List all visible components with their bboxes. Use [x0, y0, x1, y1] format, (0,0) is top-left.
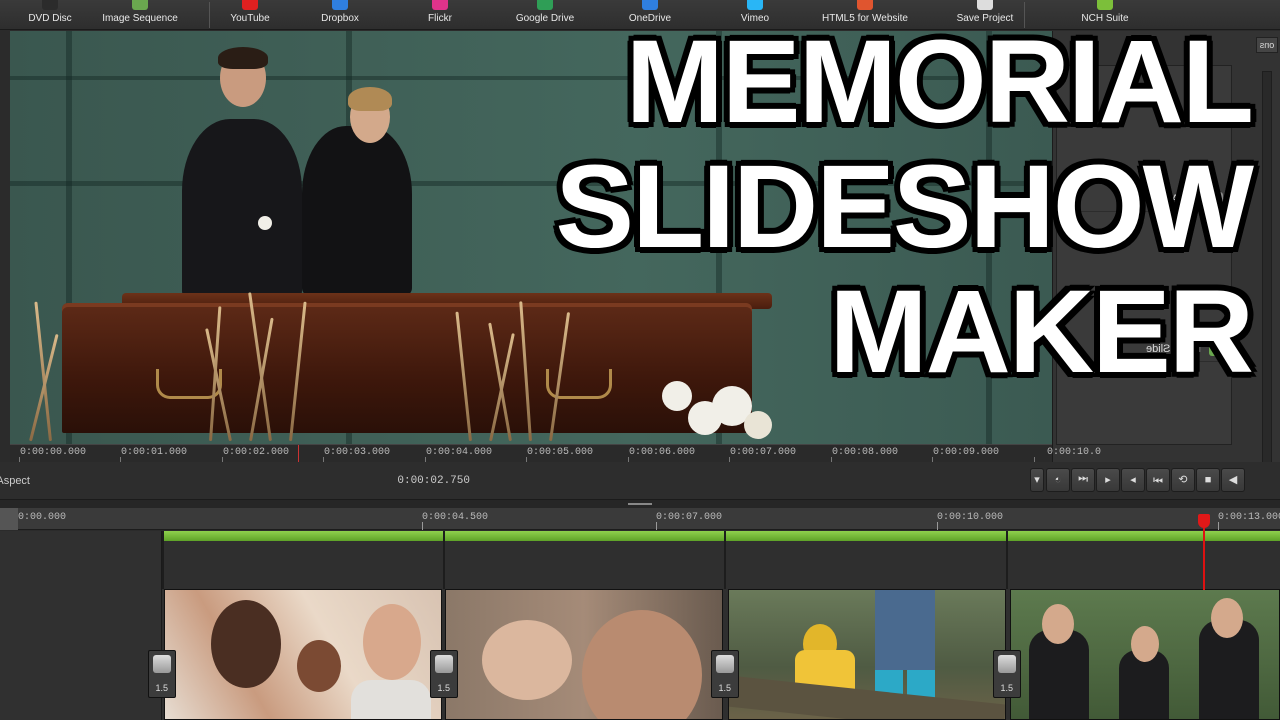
onedrive-icon [642, 0, 658, 10]
timeline-track-bar[interactable] [162, 531, 1280, 541]
transition-icon [435, 655, 453, 673]
toolbar-button-label: DVD Disc [28, 13, 72, 24]
save-project-icon [977, 0, 993, 10]
timeline-ruler-tick [655, 522, 657, 530]
timeline-ruler-tick [1218, 522, 1220, 530]
flickr-icon [432, 0, 448, 10]
transition-icon [153, 655, 171, 673]
loop-icon: ⟳ [1178, 474, 1188, 486]
more-dropdown-button[interactable]: ▾ [1030, 468, 1044, 492]
timeline-empty-area [0, 531, 162, 720]
youtube-toolbar-button[interactable]: YouTube [205, 0, 295, 30]
preview-ruler-tick-label: 0:00:00.000 [19, 447, 86, 458]
transition-marker[interactable]: 1.5 [993, 650, 1021, 698]
google-drive-icon [537, 0, 553, 10]
play-icon: ▶ [1228, 474, 1238, 486]
title-line: MAKER [829, 266, 1254, 398]
timeline-ruler-tick-label: 0:00:07.000 [655, 512, 722, 523]
pane-splitter[interactable] [0, 500, 1280, 508]
speed-button[interactable]: ◔ [1046, 468, 1070, 492]
screenshot: DVD Disc Image Sequence YouTube Dropbox Flic… [0, 0, 1280, 720]
preview-time-ruler[interactable]: 0:00:00.000 0:00:01.000 0:00:02.000 0:00:03… [10, 444, 1101, 463]
transport-bar: Aspect 0:00:02.750 ▶ ■ ⟳ ⏭ ▸ ◂ ⏮ ◔ ▾ [0, 462, 1280, 500]
preview-ruler-tick-label: 0:00:06.000 [628, 447, 695, 458]
preview-ruler-tick-label: 0:00:05.000 [527, 447, 594, 458]
step-forward-icon: ▸ [1130, 474, 1136, 486]
timeline-clip[interactable] [1010, 589, 1280, 720]
timeline-clip[interactable] [445, 589, 723, 720]
skip-end-icon: ⏭ [1153, 474, 1163, 486]
more-dropdown-icon: ▾ [1034, 474, 1040, 486]
transition-marker[interactable]: 1.5 [711, 650, 739, 698]
vimeo-icon [747, 0, 763, 10]
transition-icon [998, 655, 1016, 673]
timeline-ruler-tick [937, 522, 938, 530]
dvd-toolbar-button[interactable]: DVD Disc [5, 0, 95, 30]
play-button[interactable]: ▶ [1221, 468, 1245, 492]
timeline-scroll-button[interactable] [0, 508, 18, 530]
preview-ruler-tick-label: 0:00:02.000 [222, 447, 289, 458]
toolbar-button-label: Dropbox [321, 13, 359, 24]
toolbar-button-label: YouTube [230, 13, 270, 24]
timeline-ruler-tick-label: 0:00:10.000 [936, 512, 1003, 523]
dropbox-icon [332, 0, 348, 10]
transition-marker[interactable]: 1.5 [148, 650, 176, 698]
speed-icon: ◔ [1054, 474, 1062, 486]
preview-ruler-tick-label: 0:00:07.000 [730, 447, 797, 458]
step-back-button[interactable]: ◂ [1096, 468, 1120, 492]
step-back-icon: ◂ [1105, 474, 1111, 486]
preview-ruler-tick-label: 0:00:01.000 [121, 447, 188, 458]
youtube-icon [242, 0, 258, 10]
overlay-title: MEMORIAL SLIDESHOW MAKER [452, 16, 1254, 398]
splitter-grip[interactable] [628, 503, 652, 505]
html5-icon [857, 0, 873, 10]
toolbar-button-label: Image Sequence [102, 13, 178, 24]
loop-button[interactable]: ⟳ [1171, 468, 1195, 492]
step-forward-button[interactable]: ▸ [1121, 468, 1145, 492]
current-timecode: 0:00:02.750 [397, 475, 470, 487]
skip-start-button[interactable]: ⏮ [1071, 468, 1095, 492]
skip-end-button[interactable]: ⏭ [1146, 468, 1170, 492]
image-sequence-toolbar-button[interactable]: Image Sequence [95, 0, 185, 30]
title-line: MEMORIAL [625, 16, 1254, 148]
stop-button[interactable]: ■ [1196, 468, 1220, 492]
timeline-ruler[interactable]: 0:00:00.000 0:00:04.500 0:00:07.000 0:00:10… [0, 508, 1280, 530]
dropbox-toolbar-button[interactable]: Dropbox [295, 0, 385, 30]
image-sequence-icon [132, 0, 148, 10]
preview-ruler-tick-label: 0:00:08.000 [831, 447, 898, 458]
toolbar-separator [209, 2, 210, 28]
side-panel-tab[interactable]: ons [1256, 37, 1278, 53]
transition-marker[interactable]: 1.5 [430, 650, 458, 698]
timeline-ruler-tick-label: 0:00:04.500 [421, 512, 488, 523]
nch-suite-icon [1097, 0, 1113, 10]
aspect-label[interactable]: Aspect [0, 475, 30, 487]
person-figure [182, 119, 302, 299]
stop-icon: ■ [1204, 474, 1212, 486]
timeline-ruler-tick-label: 0:00:13.000 [1218, 512, 1280, 523]
dvd-icon [42, 0, 58, 10]
skip-start-icon: ⏮ [1078, 474, 1088, 486]
preview-ruler-tick-label: 0:00:03.000 [324, 447, 391, 458]
preview-ruler-tick-label: 0:00:04.000 [425, 447, 492, 458]
timeline-clip[interactable] [164, 589, 442, 720]
timeline-clip[interactable] [728, 589, 1006, 720]
preview-ruler-tick-label: 0:00:09.000 [933, 447, 1000, 458]
transition-icon [716, 655, 734, 673]
preview-ruler-tick-label: 0:00:10.0 [1046, 447, 1101, 458]
preview-playhead[interactable] [298, 445, 300, 463]
person-figure [302, 126, 412, 296]
playhead-handle[interactable] [1198, 514, 1210, 528]
side-panel-scrollbar[interactable] [1262, 71, 1272, 491]
title-line: SLIDESHOW [555, 141, 1254, 273]
timeline-ruler-tick [421, 522, 423, 530]
